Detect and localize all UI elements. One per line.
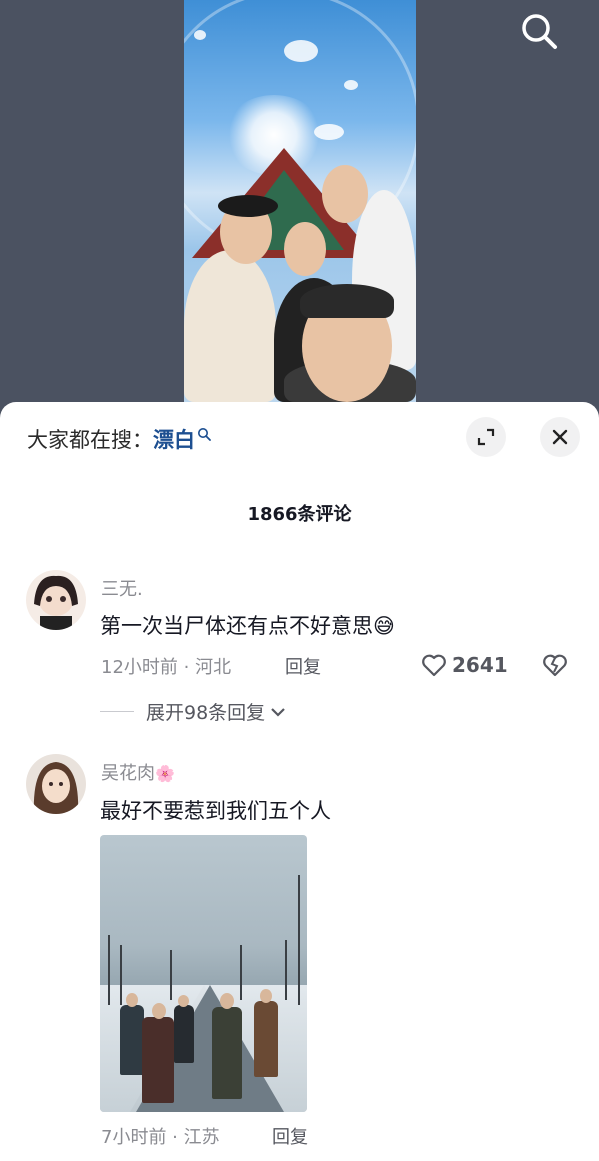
comment-username[interactable]: 吴花肉🌸	[101, 759, 175, 785]
username-badge: 🌸	[155, 764, 175, 783]
tree	[120, 945, 122, 1005]
avatar[interactable]	[26, 570, 86, 630]
comment-time-location: 12小时前 · 河北	[101, 657, 232, 678]
comment-text: 最好不要惹到我们五个人	[100, 799, 331, 823]
comment-text: 第一次当尸体还有点不好意思😅	[100, 610, 395, 640]
search-icon[interactable]	[519, 11, 559, 51]
tree	[170, 950, 172, 1000]
video-frame[interactable]	[184, 0, 416, 402]
person-1	[184, 250, 276, 402]
reply-button[interactable]: 回复	[272, 1123, 308, 1149]
video-area[interactable]	[0, 0, 599, 420]
comment-image[interactable]	[100, 835, 307, 1112]
dislike-button[interactable]	[541, 651, 569, 679]
person-1-hat	[218, 195, 278, 217]
figure-head	[178, 995, 189, 1007]
chevron-down-icon	[271, 707, 285, 717]
person-2-head	[284, 222, 326, 276]
like-button[interactable]	[420, 651, 448, 679]
figure	[142, 1017, 174, 1103]
figure	[212, 1007, 242, 1099]
comment-text-body: 第一次当尸体还有点不好意思	[100, 614, 373, 638]
figure	[174, 1005, 194, 1063]
tree	[240, 945, 242, 1000]
comment-username-text: 吴花肉	[101, 763, 155, 784]
like-count: 2641	[452, 653, 508, 677]
figure-head	[260, 989, 272, 1003]
person-3-head	[322, 165, 368, 223]
comment-panel: 大家都在搜： 漂白 1866条评论 三无. 第一次当尸体还有点不好意思😅 12小…	[0, 402, 599, 1161]
cloud	[314, 124, 344, 140]
expand-divider	[100, 711, 134, 712]
figure	[120, 1005, 144, 1075]
tree	[285, 940, 287, 1000]
trending-search-prefix: 大家都在搜：	[27, 428, 153, 452]
broken-heart-icon	[543, 654, 567, 677]
trending-search-term[interactable]: 漂白	[153, 424, 195, 454]
expand-replies-label: 展开98条回复	[146, 702, 266, 724]
person-4-hair	[300, 284, 394, 318]
figure-head	[220, 993, 234, 1009]
figure	[254, 1001, 278, 1077]
close-button[interactable]	[540, 417, 580, 457]
cloud	[194, 30, 206, 40]
search-small-icon	[198, 428, 211, 441]
expand-icon	[477, 428, 495, 446]
close-icon	[552, 429, 568, 445]
expand-button[interactable]	[466, 417, 506, 457]
tree	[298, 875, 300, 1005]
reply-button[interactable]: 回复	[285, 653, 321, 679]
comment-username[interactable]: 三无.	[101, 575, 143, 601]
cloud	[284, 40, 318, 62]
tree	[108, 935, 110, 1005]
comment-time-location: 7小时前 · 江苏	[101, 1127, 220, 1148]
comment-count: 1866条评论	[247, 504, 352, 525]
cloud	[344, 80, 358, 90]
trending-search[interactable]: 大家都在搜： 漂白	[27, 424, 211, 454]
comment-emoji: 😅	[373, 614, 395, 638]
avatar[interactable]	[26, 754, 86, 814]
figure-head	[126, 993, 138, 1007]
expand-replies-button[interactable]: 展开98条回复	[100, 698, 287, 725]
figure-head	[152, 1003, 166, 1019]
heart-icon	[422, 654, 446, 677]
